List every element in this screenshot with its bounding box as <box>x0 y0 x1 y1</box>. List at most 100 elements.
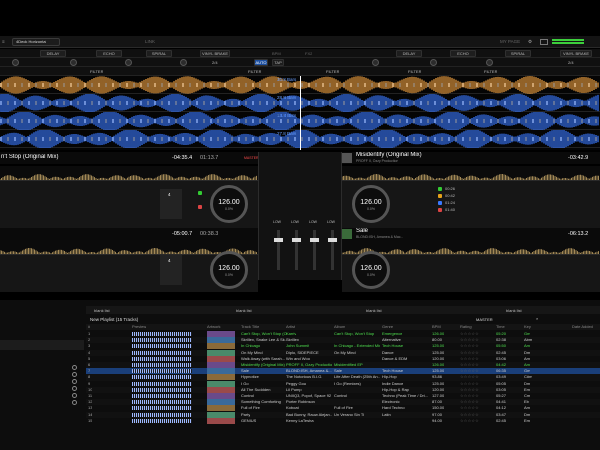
rating-stars[interactable]: ☆☆☆☆☆ <box>460 356 479 362</box>
fx-slot-echo[interactable]: ECHO <box>450 50 476 57</box>
fx-slot-spiral[interactable]: SPIRAL <box>146 50 172 57</box>
preview-waveform[interactable] <box>132 338 192 343</box>
filter-label[interactable]: FILTER <box>326 69 339 74</box>
column-header[interactable]: Artist <box>286 324 295 330</box>
jog-wheel[interactable]: 126.00 0.0% <box>210 185 248 223</box>
deck-2-overview[interactable] <box>341 166 600 180</box>
gear-icon[interactable] <box>72 393 77 398</box>
fx-knob[interactable] <box>12 59 19 66</box>
gear-icon[interactable]: ⚙ <box>528 39 532 45</box>
fx-knob[interactable] <box>70 59 77 66</box>
preview-waveform[interactable] <box>132 387 192 392</box>
channel-fader[interactable] <box>295 230 298 270</box>
fx-slot-vinyl-brake[interactable]: VINYL BRAKE <box>560 50 592 57</box>
fx-knob[interactable] <box>372 59 379 66</box>
sidebar-selected[interactable] <box>0 340 84 350</box>
filter-label[interactable]: FILTER <box>248 69 261 74</box>
layout-selector[interactable]: 4Deck Horizontal <box>12 38 60 46</box>
filter-label[interactable]: FILTER <box>90 69 103 74</box>
column-header[interactable]: Date Added <box>572 324 593 330</box>
cue-indicator[interactable] <box>198 205 202 209</box>
cue-time[interactable]: 01:40 <box>445 207 455 212</box>
column-header[interactable]: Album <box>334 324 345 330</box>
preview-waveform[interactable] <box>132 350 192 355</box>
fx-slot-spiral[interactable]: SPIRAL <box>505 50 531 57</box>
preview-waveform[interactable] <box>132 400 192 405</box>
rating-stars[interactable]: ☆☆☆☆☆ <box>460 405 479 411</box>
rating-stars[interactable]: ☆☆☆☆☆ <box>460 374 479 380</box>
rating-stars[interactable]: ☆☆☆☆☆ <box>460 368 479 374</box>
cue-time[interactable]: 00:26 <box>445 186 455 191</box>
table-row[interactable]: 15 GENIUS Kenny LaTesha 94.00 02:45 Em ☆☆☆☆☆ <box>86 417 600 424</box>
fader-cap[interactable] <box>310 238 319 242</box>
preview-waveform[interactable] <box>132 394 192 398</box>
preview-waveform[interactable] <box>132 369 192 374</box>
rating-stars[interactable]: ☆☆☆☆☆ <box>460 350 479 356</box>
channel-fader[interactable] <box>313 230 316 270</box>
fader-cap[interactable] <box>328 238 337 242</box>
link-label[interactable]: LINK <box>145 39 155 44</box>
my-page-label[interactable]: MY PAGE <box>500 39 520 44</box>
rating-stars[interactable]: ☆☆☆☆☆ <box>460 362 479 368</box>
rating-stars[interactable]: ☆☆☆☆☆ <box>460 331 479 337</box>
fader-cap[interactable] <box>292 238 301 242</box>
tap-button[interactable]: TAP <box>272 59 284 66</box>
jog-wheel[interactable]: 126.00 0.0% <box>210 251 248 289</box>
auto-button[interactable]: AUTO <box>254 59 268 66</box>
gear-icon[interactable] <box>72 365 77 370</box>
jog-wheel[interactable]: 126.00 0.0% <box>352 185 390 223</box>
deck-4-overview[interactable] <box>341 240 600 254</box>
gear-icon[interactable] <box>72 379 77 384</box>
fx-slot-delay[interactable]: DELAY <box>40 50 66 57</box>
column-header[interactable]: Genre <box>382 324 393 330</box>
filter-label[interactable]: FILTER <box>408 69 421 74</box>
rating-stars[interactable]: ☆☆☆☆☆ <box>460 387 479 393</box>
fx-knob[interactable] <box>125 59 132 66</box>
rating-stars[interactable]: ☆☆☆☆☆ <box>460 399 479 405</box>
rating-stars[interactable]: ☆☆☆☆☆ <box>460 412 479 418</box>
cue-time[interactable]: 01:24 <box>445 200 455 205</box>
cue-indicator[interactable] <box>198 191 202 195</box>
waveform-area[interactable]: 30.8 Bars 28.8 Bars 13.8 Bars 27.8 Bars <box>0 76 600 150</box>
filter-label[interactable]: FILTER <box>484 69 497 74</box>
deck-1-overview[interactable] <box>0 166 258 180</box>
channel-fader[interactable] <box>277 230 280 270</box>
preview-waveform[interactable] <box>132 412 192 417</box>
column-header[interactable]: Artwork <box>207 324 221 330</box>
rating-stars[interactable]: ☆☆☆☆☆ <box>460 343 479 349</box>
column-header[interactable]: BPM <box>432 324 441 330</box>
fx-knob[interactable] <box>430 59 437 66</box>
preview-waveform[interactable] <box>132 344 192 349</box>
rating-stars[interactable]: ☆☆☆☆☆ <box>460 381 479 387</box>
search-icon[interactable]: ⌕ <box>536 316 538 321</box>
preview-waveform[interactable] <box>132 406 192 411</box>
column-header[interactable]: Time <box>496 324 505 330</box>
fader-cap[interactable] <box>274 238 283 242</box>
deck-3-overview[interactable] <box>0 240 258 254</box>
jog-wheel[interactable]: 126.00 0.0% <box>352 251 390 289</box>
preview-waveform[interactable] <box>132 332 192 336</box>
preview-waveform[interactable] <box>132 381 192 386</box>
column-header[interactable]: Key <box>524 324 531 330</box>
fx-slot-delay[interactable]: DELAY <box>396 50 422 57</box>
window-icon[interactable] <box>540 39 548 45</box>
rating-stars[interactable]: ☆☆☆☆☆ <box>460 418 479 424</box>
fx-knob[interactable] <box>486 59 493 66</box>
panel-tab[interactable]: blank list <box>94 308 110 313</box>
preview-waveform[interactable] <box>132 356 192 361</box>
rating-stars[interactable]: ☆☆☆☆☆ <box>460 393 479 399</box>
column-header[interactable]: Track Title <box>241 324 259 330</box>
panel-tab[interactable]: blank list <box>366 308 382 313</box>
panel-tab[interactable]: blank list <box>236 308 252 313</box>
preview-waveform[interactable] <box>132 418 192 423</box>
gear-icon[interactable] <box>72 372 77 377</box>
rating-stars[interactable]: ☆☆☆☆☆ <box>460 337 479 343</box>
preview-waveform[interactable] <box>132 363 192 367</box>
fx-knob[interactable] <box>180 59 187 66</box>
fx-slot-vinyl-brake[interactable]: VINYL BRAKE <box>200 50 230 57</box>
cue-time[interactable]: 00:42 <box>445 193 455 198</box>
gear-icon[interactable] <box>72 400 77 405</box>
panel-tab[interactable]: blank list <box>506 308 522 313</box>
master-badge[interactable]: MASTER <box>244 156 259 160</box>
column-header[interactable]: Preview <box>132 324 146 330</box>
